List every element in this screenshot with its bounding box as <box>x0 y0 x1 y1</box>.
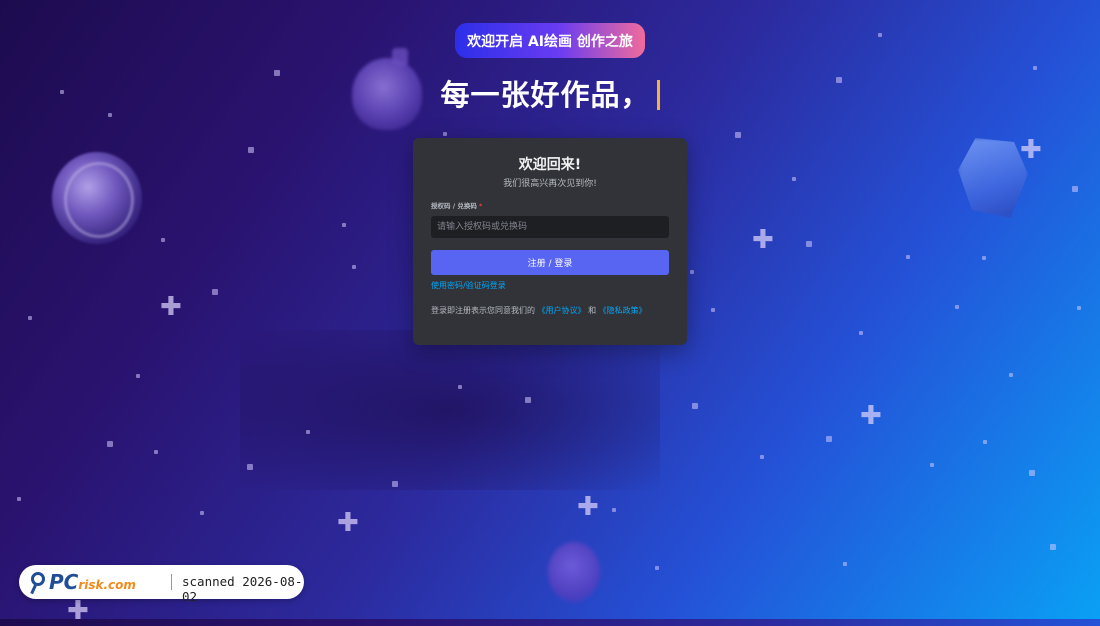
headline-text: 每一张好作品， <box>440 78 651 112</box>
logo-pc-text: PC <box>49 570 79 594</box>
star-dot <box>711 308 715 312</box>
star-dot <box>212 289 218 295</box>
pcrisk-logo: PCrisk.com <box>49 570 136 594</box>
sparkle-icon: ✚ <box>337 508 359 538</box>
star-dot <box>760 455 764 459</box>
login-title: 欢迎回来! <box>518 157 582 173</box>
potion-bottle-icon <box>548 542 600 602</box>
password-login-link[interactable]: 使用密码/验证码登录 <box>431 280 506 291</box>
star-dot <box>983 440 987 444</box>
user-agreement-link[interactable]: 《用户协议》 <box>538 306 586 315</box>
register-login-button[interactable]: 注册 / 登录 <box>431 250 669 275</box>
background-glow <box>240 330 660 490</box>
sparkle-icon: ✚ <box>577 492 599 522</box>
star-dot <box>136 374 140 378</box>
crystal-ball-icon <box>52 152 142 244</box>
star-dot <box>792 177 796 181</box>
star-dot <box>878 33 882 37</box>
star-dot <box>352 265 356 269</box>
star-dot <box>955 305 959 309</box>
welcome-banner-text: 欢迎开启 AI绘画 创作之旅 <box>467 33 633 50</box>
sparkle-icon: ✚ <box>67 596 89 626</box>
star-dot <box>655 566 659 570</box>
logo-risk-text: risk.com <box>78 578 136 592</box>
star-dot <box>28 316 32 320</box>
login-card: 欢迎回来! 我们很高兴再次见到你! 授权码 / 兑换码* 注册 / 登录 使用密… <box>413 138 687 345</box>
star-dot <box>525 397 531 403</box>
star-dot <box>735 132 741 138</box>
star-dot <box>1033 66 1037 70</box>
auth-code-input[interactable] <box>431 216 669 238</box>
star-dot <box>1009 373 1013 377</box>
terms-notice: 登录即注册表示您同意我们的 《用户协议》 和 《隐私政策》 <box>431 305 647 316</box>
star-dot <box>107 441 113 447</box>
crystal-gem-icon <box>958 138 1028 218</box>
terms-prefix: 登录即注册表示您同意我们的 <box>431 306 535 315</box>
star-dot <box>982 256 986 260</box>
watermark-divider <box>171 574 172 590</box>
star-dot <box>906 255 910 259</box>
star-dot <box>806 241 812 247</box>
sparkle-icon: ✚ <box>860 401 882 431</box>
pcrisk-watermark: PCrisk.com scanned 2026-08-02 <box>19 565 304 604</box>
magnifier-icon <box>31 572 45 586</box>
star-dot <box>690 270 694 274</box>
star-dot <box>1029 470 1035 476</box>
star-dot <box>154 450 158 454</box>
login-subtitle: 我们很高兴再次见到你! <box>503 179 597 189</box>
star-dot <box>17 497 21 501</box>
scan-date: scanned 2026-08-02 <box>182 574 303 604</box>
star-dot <box>200 511 204 515</box>
auth-code-label: 授权码 / 兑换码 * <box>431 200 482 210</box>
auth-code-label-text: 授权码 / 兑换码 <box>431 202 477 210</box>
privacy-policy-link[interactable]: 《隐私政策》 <box>599 306 647 315</box>
star-dot <box>392 481 398 487</box>
sparkle-icon: ✚ <box>1020 135 1042 165</box>
star-dot <box>161 238 165 242</box>
star-dot <box>443 132 447 136</box>
page-headline: 每一张好作品， <box>0 72 1100 114</box>
star-dot <box>306 430 310 434</box>
star-dot <box>248 147 254 153</box>
required-mark: * <box>478 202 483 210</box>
star-dot <box>826 436 832 442</box>
welcome-banner: 欢迎开启 AI绘画 创作之旅 <box>455 23 645 58</box>
star-dot <box>247 464 253 470</box>
star-dot <box>612 508 616 512</box>
star-dot <box>342 223 346 227</box>
star-dot <box>458 385 462 389</box>
star-dot <box>1050 544 1056 550</box>
star-dot <box>1077 306 1081 310</box>
terms-and: 和 <box>588 306 597 315</box>
star-dot <box>859 331 863 335</box>
star-dot <box>1072 186 1078 192</box>
star-dot <box>930 463 934 467</box>
star-dot <box>843 562 847 566</box>
sparkle-icon: ✚ <box>160 292 182 322</box>
sparkle-icon: ✚ <box>752 225 774 255</box>
star-dot <box>692 403 698 409</box>
typing-cursor <box>656 80 660 110</box>
